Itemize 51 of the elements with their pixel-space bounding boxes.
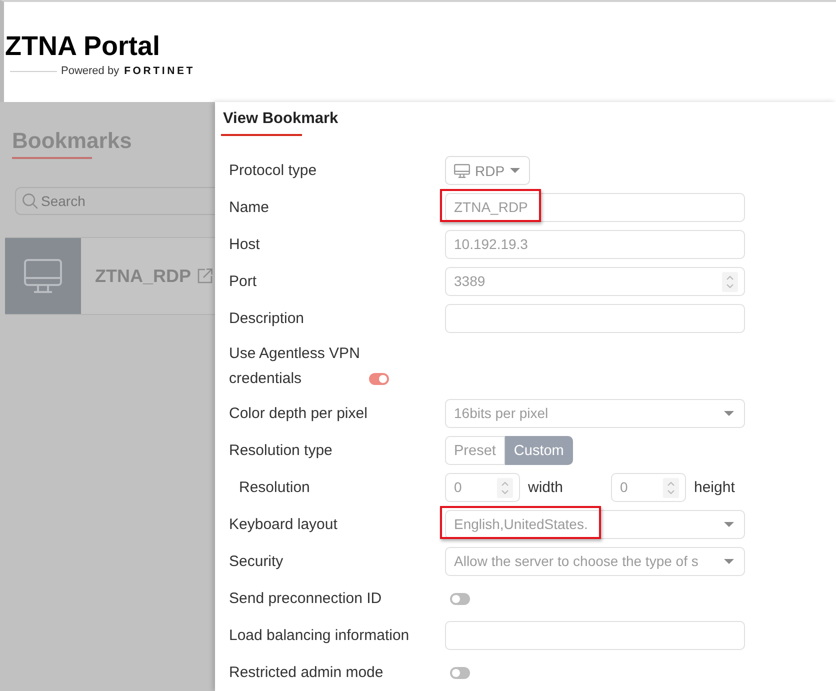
field-label: Protocol type	[229, 162, 317, 179]
segment-button[interactable]: Custom	[504, 436, 573, 465]
section-heading: Bookmarks	[12, 128, 132, 154]
caret-icon	[724, 522, 734, 527]
stepper-icon[interactable]	[663, 478, 679, 498]
field-label: Keyboard layout	[229, 516, 338, 533]
bookmark-card[interactable]: ZTNA_RDP	[5, 237, 215, 315]
field-label: Use Agentless VPN credentials	[229, 344, 361, 389]
portal-title: ZTNA Portal	[5, 30, 160, 62]
number-field[interactable]: 3389	[445, 267, 745, 296]
field-label: Resolution	[239, 479, 310, 496]
caret-icon	[510, 168, 520, 173]
search-field[interactable]: Search	[15, 187, 215, 215]
segment-button[interactable]: Preset	[445, 436, 505, 465]
input-field[interactable]	[445, 621, 745, 650]
monitor-icon	[454, 164, 470, 178]
toggle-switch[interactable]	[369, 373, 389, 385]
bookmark-name: ZTNA_RDP	[95, 266, 192, 286]
number-field[interactable]: 0	[611, 473, 686, 502]
select-field[interactable]: 16bits per pixel	[445, 399, 745, 428]
powered-by-text: Powered by	[61, 64, 120, 78]
field-label: Host	[229, 236, 260, 253]
field-label: Send preconnection ID	[229, 590, 382, 607]
monitor-icon	[24, 259, 62, 293]
stepper-icon[interactable]	[497, 478, 513, 498]
unit-label: width	[528, 479, 564, 496]
select-field[interactable]: English,UnitedStates.	[445, 510, 745, 539]
caret-icon	[724, 559, 734, 564]
field-label: Restricted admin mode	[229, 664, 384, 681]
drawer-title: View Bookmark	[223, 109, 338, 129]
caret-icon	[724, 411, 734, 416]
input-field[interactable]	[445, 304, 745, 333]
number-field[interactable]: 0	[445, 473, 520, 502]
field-label: Port	[229, 273, 257, 290]
stepper-icon[interactable]	[722, 272, 738, 292]
unit-label: height	[694, 479, 735, 496]
input-field[interactable]: 10.192.19.3	[445, 230, 745, 259]
protocol-select[interactable]: RDP	[445, 156, 530, 185]
select-field[interactable]: Allow the server to choose the type of s	[445, 547, 745, 576]
input-field[interactable]: ZTNA_RDP	[445, 193, 745, 222]
field-label: Color depth per pixel	[229, 405, 368, 422]
toggle-switch[interactable]	[450, 666, 470, 678]
toggle-switch[interactable]	[450, 592, 470, 604]
field-label: Security	[229, 553, 284, 570]
search-icon	[22, 193, 38, 209]
field-label: Resolution type	[229, 442, 332, 459]
field-label: Description	[229, 310, 304, 327]
external-link-icon[interactable]	[197, 268, 214, 284]
brand-logo: FORTINET	[124, 64, 195, 78]
field-label: Name	[229, 199, 270, 216]
field-label: Load balancing information	[229, 627, 410, 644]
